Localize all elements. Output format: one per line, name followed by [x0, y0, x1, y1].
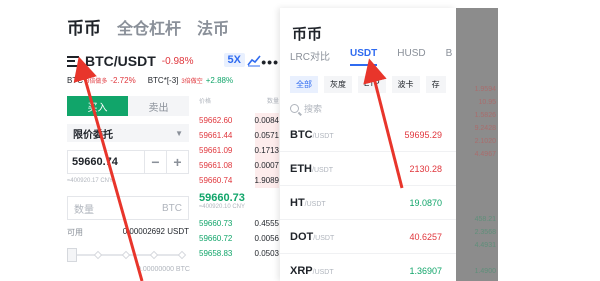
decrease-button[interactable]: −	[144, 151, 166, 173]
bid-row[interactable]: 59658.83 0.0503	[199, 246, 279, 261]
tab-spot[interactable]: 币币	[67, 14, 101, 39]
dimmed-value: 1.4900	[474, 268, 496, 275]
dimmed-value	[456, 203, 498, 216]
available-balance: 可用 0.00002692 USDT	[67, 227, 189, 237]
dimmed-value: 4.4967	[474, 151, 496, 158]
dimmed-value	[456, 190, 498, 203]
list-item[interactable]: HT/USDT 19.0870	[280, 186, 456, 220]
dimmed-value: 10.95	[478, 99, 496, 106]
dimmed-value	[456, 164, 498, 177]
increase-button[interactable]: +	[166, 151, 188, 173]
filter-polkadot[interactable]: 波卡	[391, 76, 420, 93]
trade-screen: 币币 全仓杠杆 法币 BTC/USDT -0.98% 5X ••• BTC 3倍…	[55, 0, 280, 281]
dimmed-value: 1.5826	[474, 112, 496, 119]
dimmed-value	[456, 8, 498, 21]
dimmed-value: 4.4931	[474, 242, 496, 249]
buy-tab[interactable]: 买入	[67, 96, 128, 116]
ask-row[interactable]: 59661.09 0.1713	[199, 143, 279, 158]
dimmed-value	[456, 255, 498, 268]
dimmed-value: 2.3568	[474, 229, 496, 236]
filter-grayscale[interactable]: 灰度	[324, 76, 352, 93]
sell-tab[interactable]: 卖出	[128, 96, 189, 116]
amount-slider[interactable]	[67, 246, 189, 266]
sub-ticker[interactable]: BTC*[-3] 3倍做空 +2.88%	[148, 76, 233, 85]
dimmed-value	[456, 34, 498, 47]
last-price-cny: ≈400920.10 CNY	[199, 204, 245, 210]
sub-tickers: BTC 3倍做多 -2.72% BTC*[-3] 3倍做空 +2.88%	[67, 76, 279, 85]
order-type-select[interactable]: 限价委托 ▼	[67, 124, 189, 142]
filter-etp[interactable]: ETP	[358, 76, 386, 93]
book-header: 价格 数量	[199, 99, 279, 105]
tab-lrc[interactable]: LRC对比	[280, 48, 340, 68]
ask-row[interactable]: 59660.74 1.9089	[199, 173, 279, 188]
dim-overlay[interactable]: 1.9594 10.95 1.5826 9.2428 2.1020 4.4967 458.2…	[456, 8, 498, 281]
quote-tabs: LRC对比 USDT HUSD B	[280, 48, 456, 68]
filter-all[interactable]: 全部	[290, 76, 318, 93]
panel-title: 币币	[292, 26, 323, 43]
price-approx: ≈400920.17 CNY	[67, 178, 113, 184]
leverage-badge[interactable]: 5X	[223, 53, 245, 67]
list-item[interactable]: XRP/USDT 1.36907	[280, 254, 456, 281]
chart-icon[interactable]	[247, 53, 261, 67]
tab-usdt[interactable]: USDT	[340, 48, 387, 68]
menu-icon[interactable]	[67, 55, 79, 67]
price-value[interactable]: 59660.74	[68, 156, 144, 168]
list-item[interactable]: BTC/USDT 59695.29	[280, 118, 456, 152]
list-item[interactable]: DOT/USDT 40.6257	[280, 220, 456, 254]
dimmed-value	[456, 21, 498, 34]
ask-row[interactable]: 59661.44 0.0571	[199, 128, 279, 143]
ask-row[interactable]: 59662.60 0.0084	[199, 113, 279, 128]
quantity-input[interactable]: 数量 BTC	[67, 196, 189, 220]
trade-amount: 0.00000000 BTC	[137, 266, 190, 273]
dimmed-value: 2.1020	[474, 138, 496, 145]
list-item[interactable]: ETH/USDT 2130.28	[280, 152, 456, 186]
tab-more[interactable]: B	[436, 48, 456, 68]
asks: 59662.60 0.0084 59661.44 0.0571 59661.09 0.…	[199, 113, 279, 188]
chevron-down-icon: ▼	[175, 128, 183, 138]
search-input[interactable]: 搜索	[290, 102, 322, 115]
pair-selector[interactable]: BTC/USDT	[85, 53, 156, 69]
dimmed-value: 1.9594	[474, 86, 496, 93]
dimmed-value: 9.2428	[474, 125, 496, 132]
more-icon[interactable]: •••	[261, 54, 279, 70]
filter-chips: 全部 灰度 ETP 波卡 存	[290, 76, 446, 93]
search-icon	[290, 104, 299, 113]
dimmed-value	[456, 47, 498, 60]
tab-cross-margin[interactable]: 全仓杠杆	[117, 15, 181, 39]
price-input[interactable]: 59660.74 − +	[67, 150, 189, 174]
slider-handle[interactable]	[67, 248, 77, 262]
bid-row[interactable]: 59660.72 0.0056	[199, 231, 279, 246]
sub-ticker[interactable]: BTC 3倍做多 -2.72%	[67, 76, 136, 85]
bid-row[interactable]: 59660.73 0.4555	[199, 216, 279, 231]
tab-husd[interactable]: HUSD	[387, 48, 435, 68]
last-price: 59660.73	[199, 192, 245, 204]
dimmed-value	[456, 60, 498, 73]
coin-list: BTC/USDT 59695.29 ETH/USDT 2130.28 HT/US…	[280, 118, 456, 281]
pair-header: BTC/USDT -0.98% 5X •••	[67, 52, 279, 70]
buy-sell-tabs: 买入 卖出	[67, 96, 189, 116]
dimmed-value	[456, 177, 498, 190]
order-form: 买入 卖出 限价委托 ▼ 59660.74 − + ≈400920.17 CNY…	[67, 96, 189, 266]
market-tabs: 币币 全仓杠杆 法币	[67, 14, 229, 39]
order-book: 价格 数量 59662.60 0.0084 59661.44 0.0571 5966…	[199, 96, 279, 261]
tab-fiat[interactable]: 法币	[197, 15, 229, 39]
pair-change: -0.98%	[161, 55, 194, 67]
ask-row[interactable]: 59661.08 0.0007	[199, 158, 279, 173]
dimmed-value: 458.21	[474, 216, 496, 223]
dimmed-value	[456, 73, 498, 86]
bids: 59660.73 0.4555 59660.72 0.0056 59658.83 0.…	[199, 216, 279, 261]
filter-storage[interactable]: 存	[425, 76, 446, 93]
dimmed-book: 1.9594 10.95 1.5826 9.2428 2.1020 4.4967 458.2…	[456, 8, 498, 281]
pair-list-panel: 币币 LRC对比 USDT HUSD B 全部 灰度 ETP 波卡 存 搜索 B…	[280, 8, 456, 281]
